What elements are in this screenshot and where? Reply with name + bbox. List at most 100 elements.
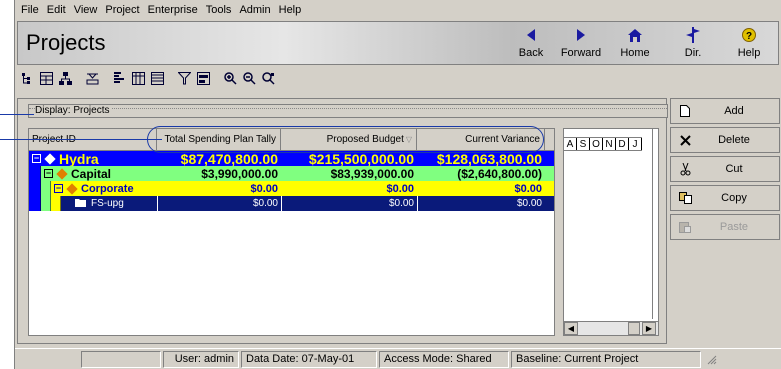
forward-button[interactable]: Forward (558, 26, 604, 62)
delete-x-icon (671, 134, 699, 146)
row-variance: $0.00 (417, 196, 545, 211)
chart-icon[interactable] (195, 70, 212, 87)
indent-guide (29, 196, 41, 211)
folder-icon (75, 198, 86, 210)
table-row[interactable]: − Capital $3,990,000.00 $83,939,000.00 (… (29, 166, 554, 181)
zoom-fit-icon[interactable] (260, 70, 277, 87)
project-diamond-icon (56, 167, 68, 180)
cut-label: Cut (725, 163, 743, 175)
columns-icon[interactable] (111, 70, 128, 87)
callout-line-columns (0, 139, 162, 140)
status-data-date: Data Date: 07-May-01 (241, 350, 377, 368)
scroll-right-icon[interactable]: ▶ (642, 322, 656, 335)
add-button[interactable]: Add (670, 98, 780, 124)
row-variance: $0.00 (514, 182, 542, 195)
indent-guide (29, 181, 41, 196)
paste-icon (671, 221, 699, 233)
back-button[interactable]: Back (508, 26, 554, 62)
layout-icon[interactable] (130, 70, 147, 87)
row-id-cell: − Corporate (29, 181, 157, 196)
month-label: A (564, 138, 577, 150)
forward-label: Forward (560, 47, 602, 59)
home-icon (628, 26, 642, 44)
project-diamond-icon (44, 152, 56, 165)
menu-admin[interactable]: Admin (235, 4, 274, 16)
month-label: D (616, 138, 629, 150)
table-row[interactable]: − Corporate $0.00 $0.00 $0.00 (29, 181, 554, 196)
table-icon[interactable] (149, 70, 166, 87)
gantt-month-header: A S O N D J (564, 137, 642, 151)
directory-icon (686, 26, 700, 44)
action-panel: Add Delete Cut Copy Paste (670, 98, 780, 243)
indent-guide (41, 196, 51, 211)
paste-label: Paste (719, 221, 749, 233)
menu-enterprise[interactable]: Enterprise (144, 4, 202, 16)
zoom-in-icon[interactable] (222, 70, 239, 87)
row-variance: $128,063,800.00 (436, 151, 542, 166)
dir-label: Dir. (684, 47, 702, 59)
menu-edit[interactable]: Edit (43, 4, 70, 16)
zoom-out-icon[interactable] (241, 70, 258, 87)
row-id: Capital (71, 166, 112, 181)
scroll-left-icon[interactable]: ◀ (564, 322, 578, 335)
indent-guide (51, 196, 61, 211)
status-user: User: admin (163, 350, 239, 368)
help-button[interactable]: ? Help (726, 26, 772, 62)
app-window: File Edit View Project Enterprise Tools … (14, 0, 781, 369)
callout-line-display (0, 114, 34, 115)
menu-project[interactable]: Project (101, 4, 143, 16)
row-id-cell: − Capital (29, 166, 157, 181)
status-baseline: Baseline: Current Project (511, 350, 701, 368)
resize-grip-icon[interactable] (705, 353, 717, 365)
back-label: Back (518, 47, 544, 59)
month-label: S (577, 138, 590, 150)
table-row[interactable]: − Hydra $87,470,800.00 $215,500,000.00 $… (29, 151, 554, 166)
row-tally: $3,990,000.00 (201, 166, 278, 181)
page-title: Projects (26, 30, 106, 55)
gantt-divider (652, 129, 653, 319)
display-bar[interactable]: Display: Projects (28, 104, 668, 118)
collapse-icon[interactable]: − (32, 154, 41, 163)
row-id-cell: − Hydra (29, 151, 157, 166)
scroll-thumb[interactable] (628, 322, 640, 335)
help-label: Help (737, 47, 761, 59)
toolbar (19, 67, 279, 89)
menu-help[interactable]: Help (275, 4, 306, 16)
help-icon: ? (742, 26, 756, 44)
delete-button[interactable]: Delete (670, 127, 780, 153)
row-tally: $0.00 (250, 182, 278, 195)
status-bar: User: admin Data Date: 07-May-01 Access … (15, 348, 781, 369)
outline-icon[interactable] (19, 70, 36, 87)
row-budget: $215,500,000.00 (308, 151, 414, 166)
org-chart-icon[interactable] (84, 70, 101, 87)
hierarchy-icon[interactable] (57, 70, 74, 87)
filter-icon[interactable] (176, 70, 193, 87)
cut-button[interactable]: Cut (670, 156, 780, 182)
group-icon[interactable] (38, 70, 55, 87)
home-button[interactable]: Home (612, 26, 658, 62)
row-variance: ($2,640,800.00) (457, 166, 542, 181)
dir-button[interactable]: Dir. (670, 26, 716, 62)
gantt-scrollbar[interactable]: ◀ ▶ (564, 321, 658, 335)
paste-button[interactable]: Paste (670, 214, 780, 240)
row-tally: $0.00 (157, 196, 281, 211)
display-label: Display: Projects (35, 105, 112, 116)
project-diamond-icon (66, 182, 78, 195)
collapse-icon[interactable]: − (44, 169, 53, 178)
menu-tools[interactable]: Tools (202, 4, 236, 16)
row-id: Hydra (59, 151, 99, 166)
month-label: O (590, 138, 603, 150)
collapse-icon[interactable]: − (54, 184, 63, 193)
gantt-panel[interactable]: A S O N D J ◀ ▶ (563, 128, 659, 336)
table-row[interactable]: FS-upg $0.00 $0.00 $0.00 (29, 196, 554, 211)
menu-file[interactable]: File (17, 4, 43, 16)
copy-button[interactable]: Copy (670, 185, 780, 211)
add-label: Add (724, 105, 744, 117)
row-id: Corporate (81, 182, 134, 195)
status-access-mode: Access Mode: Shared (379, 350, 509, 368)
forward-arrow-icon (576, 26, 586, 44)
copy-label: Copy (721, 192, 747, 204)
status-empty (81, 350, 161, 368)
menu-view[interactable]: View (70, 4, 102, 16)
row-tally: $87,470,800.00 (180, 151, 278, 166)
